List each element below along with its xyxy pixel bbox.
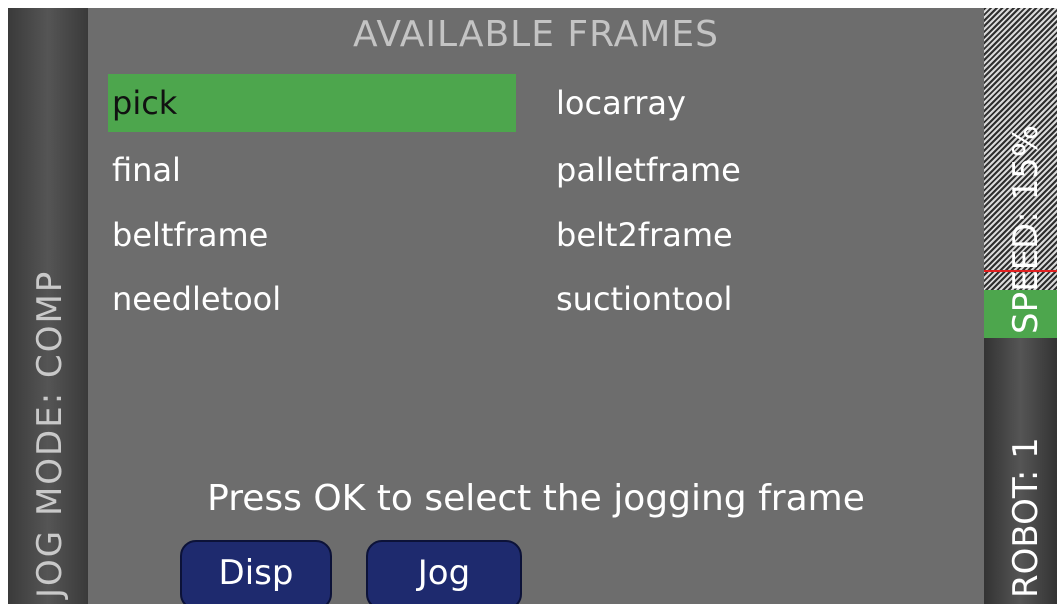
page-title: AVAILABLE FRAMES [353,14,719,55]
disp-button[interactable]: Disp [180,540,332,604]
robot-label: ROBOT: 1 [1006,437,1046,598]
frame-item-needletool[interactable]: needletool [108,270,516,328]
frame-item-locarray[interactable]: locarray [552,74,960,132]
instruction-text: Press OK to select the jogging frame [207,478,865,519]
jog-mode-strip: JOG MODE: COMP [8,8,88,604]
jog-mode-label: JOG MODE: COMP [30,269,70,598]
frame-item-belt2frame[interactable]: belt2frame [552,206,960,264]
frame-item-final[interactable]: final [108,141,516,199]
jog-button[interactable]: Jog [366,540,522,604]
pendant-screen: JOG MODE: COMP AVAILABLE FRAMES pick loc… [8,8,1057,604]
frame-item-suctiontool[interactable]: suctiontool [552,270,960,328]
status-strip: SPEED: 15% ROBOT: 1 [984,8,1057,604]
frame-item-beltframe[interactable]: beltframe [108,206,516,264]
frames-panel: AVAILABLE FRAMES pick locarray final pal… [88,8,984,604]
speed-label: SPEED: 15% [1006,124,1046,334]
frame-item-palletframe[interactable]: palletframe [552,141,960,199]
frame-item-pick[interactable]: pick [108,74,516,132]
